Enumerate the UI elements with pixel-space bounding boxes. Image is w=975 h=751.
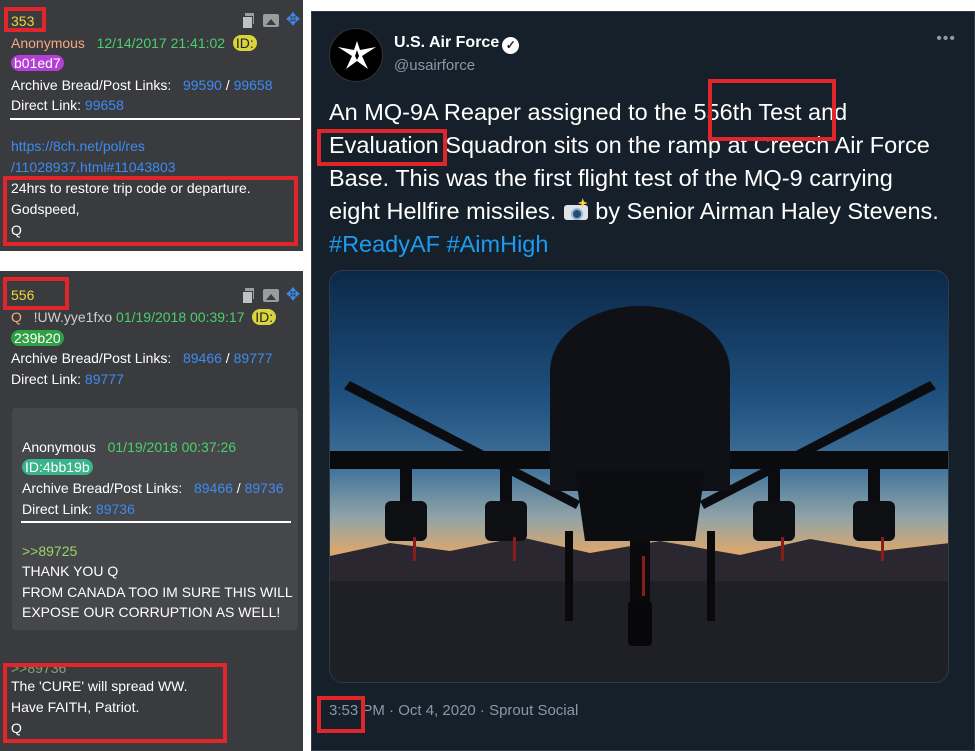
post-header: Anonymous 12/14/2017 21:41:02 ID: [11,34,257,52]
post-id-row: 239b20 [11,329,64,347]
archive-link[interactable]: 99658 [234,77,273,93]
id-label[interactable]: ID: [232,35,257,51]
tripcode: !UW.yye1fxo [33,309,113,325]
quoted-body-line: EXPOSE OUR CORRUPTION AS WELL! [22,604,281,620]
direct-link[interactable]: 99658 [85,97,124,113]
display-name-text: U.S. Air Force [394,34,500,51]
tweet-text: An MQ-9A Reaper assigned to the 556th Te… [329,96,949,261]
tweet-text-part: An MQ-9A Reaper assigned to the [329,99,694,125]
post-actions: ✥ [241,286,301,304]
id-label[interactable]: ID: [252,309,277,325]
archive-links: Archive Bread/Post Links: 89466 / 89736 [22,479,284,497]
highlight-box [3,277,69,310]
image-icon[interactable] [263,14,279,27]
tweet-photo[interactable] [329,270,949,683]
archive-link[interactable]: 99590 [183,77,222,93]
highlight-box [4,7,46,32]
quoted-body-line: FROM CANADA TOO IM SURE THIS WILL [22,584,293,600]
post-header: Q !UW.yye1fxo 01/19/2018 00:39:17 ID: [11,308,277,326]
move-icon[interactable]: ✥ [285,286,301,303]
archive-label: Archive Bread/Post Links: [11,350,172,366]
archive-links: Archive Bread/Post Links: 89466 / 89777 [11,349,273,367]
verified-badge-icon: ✓ [502,37,520,54]
direct-link[interactable]: 89736 [96,501,135,517]
source-url-line1[interactable]: https://8ch.net/pol/res [11,137,145,155]
poster-id-badge[interactable]: ID:4bb19b [22,459,93,475]
reaper-drone-image [330,306,948,682]
source-url-line2[interactable]: /11028937.html#11043803 [11,158,176,176]
copy-icon[interactable] [241,287,257,304]
highlight-box [3,176,298,246]
direct-link-row: Direct Link: 89736 [22,500,135,518]
hashtag-link[interactable]: #AimHigh [447,231,549,257]
post-id-row: b01ed7 [11,54,64,72]
tweet-footer: 3:53 PM · Oct 4, 2020 · Sprout Social [329,702,578,719]
highlight-box [317,129,447,166]
quoted-header: Anonymous 01/19/2018 00:37:26 [22,438,236,456]
archive-label: Archive Bread/Post Links: [22,480,183,496]
archive-link[interactable]: 89466 [183,350,222,366]
separator: / [225,77,230,93]
divider [10,118,300,120]
copy-icon[interactable] [241,12,257,29]
tweet-meta[interactable]: PM · Oct 4, 2020 · Sprout Social [358,702,578,719]
quoted-post: Anonymous 01/19/2018 00:37:26 ID:4bb19b … [12,408,298,630]
archive-link[interactable]: 89736 [245,480,284,496]
move-icon[interactable]: ✥ [285,11,301,28]
archive-link[interactable]: 89777 [234,350,273,366]
user-handle[interactable]: @usairforce [394,57,475,74]
reply-reference[interactable]: >>89725 [22,542,77,560]
quoted-id-row: ID:4bb19b [22,458,93,476]
more-options-icon[interactable]: ••• [936,30,956,48]
divider [21,521,291,523]
image-icon[interactable] [263,289,279,302]
hashtag-link[interactable]: #ReadyAF [329,231,440,257]
chan-post-556: 556 ✥ Q !UW.yye1fxo 01/19/2018 00:39:17 … [0,271,303,751]
archive-links: Archive Bread/Post Links: 99590 / 99658 [11,76,273,94]
tweet-card: U.S. Air Force ✓ @usairforce ••• An MQ-9A… [311,11,975,751]
post-datetime: 01/19/2018 00:39:17 [116,309,245,325]
direct-link-row: Direct Link: 99658 [11,96,124,114]
display-name[interactable]: U.S. Air Force ✓ [394,34,520,54]
poster-id-badge[interactable]: b01ed7 [11,55,64,71]
chan-post-353: 353 ✥ Anonymous 12/14/2017 21:41:02 ID: … [0,0,303,251]
highlight-box [317,696,365,733]
post-author: Anonymous [11,35,85,51]
tweet-text-part: by Senior Airman Haley Stevens. [588,198,939,224]
quoted-datetime: 01/19/2018 00:37:26 [107,439,237,455]
direct-link[interactable]: 89777 [85,371,124,387]
quoted-author: Anonymous [22,439,96,455]
separator: / [236,480,241,496]
direct-label: Direct Link: [22,501,93,517]
direct-label: Direct Link: [11,371,82,387]
highlight-box [708,79,836,141]
poster-id-badge[interactable]: 239b20 [11,330,64,346]
separator: / [225,350,230,366]
post-datetime: 12/14/2017 21:41:02 [96,35,226,51]
direct-label: Direct Link: [11,97,82,113]
direct-link-row: Direct Link: 89777 [11,370,124,388]
air-force-logo-icon [338,41,376,69]
archive-link[interactable]: 89466 [194,480,233,496]
post-author: Q [11,309,22,325]
camera-flash-icon [563,198,589,221]
post-actions: ✥ [241,11,301,29]
avatar[interactable] [329,28,383,82]
highlight-box [3,663,227,743]
archive-label: Archive Bread/Post Links: [11,77,172,93]
quoted-body-line: THANK YOU Q [22,563,119,579]
